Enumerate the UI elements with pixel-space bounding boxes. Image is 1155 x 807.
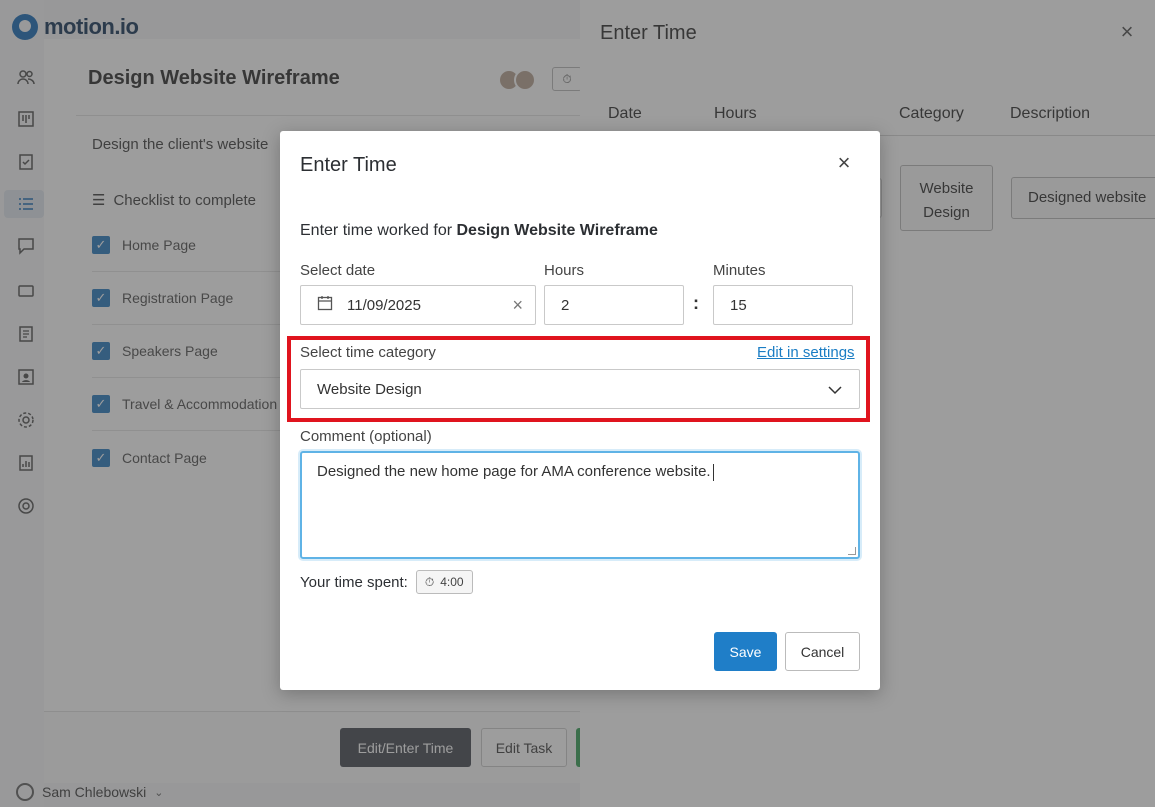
time-separator: : xyxy=(693,293,699,313)
category-select[interactable]: Website Design xyxy=(300,369,860,409)
dialog-intro: Enter time worked for Design Website Wir… xyxy=(300,222,658,240)
hours-input[interactable]: 2 xyxy=(544,285,684,325)
comment-textarea[interactable]: Designed the new home page for AMA confe… xyxy=(300,451,860,559)
save-button[interactable]: Save xyxy=(714,632,777,671)
cancel-button[interactable]: Cancel xyxy=(785,632,860,671)
time-spent-label: Your time spent: xyxy=(300,573,408,591)
time-spent-chip: ⏱ 4:00 xyxy=(415,570,473,594)
intro-prefix: Enter time worked for xyxy=(300,222,457,239)
minutes-label: Minutes xyxy=(713,262,766,279)
enter-time-dialog: Enter Time × Enter time worked for Desig… xyxy=(280,131,880,690)
time-spent-row: Your time spent: ⏱ 4:00 xyxy=(300,570,473,594)
clear-icon[interactable]: × xyxy=(512,295,523,316)
time-spent-value: 4:00 xyxy=(440,575,464,589)
date-value: 11/09/2025 xyxy=(347,296,421,314)
hours-label: Hours xyxy=(544,262,585,279)
category-value: Website Design xyxy=(317,380,422,398)
calendar-icon[interactable] xyxy=(317,295,333,315)
comment-label: Comment (optional) xyxy=(300,428,432,445)
chevron-down-icon xyxy=(827,382,843,398)
date-picker[interactable]: 11/09/2025 × xyxy=(300,285,536,325)
comment-text: Designed the new home page for AMA confe… xyxy=(317,463,711,480)
date-label: Select date xyxy=(300,262,376,279)
text-cursor xyxy=(712,463,714,481)
edit-in-settings-link[interactable]: Edit in settings xyxy=(757,344,855,361)
intro-task-name: Design Website Wireframe xyxy=(456,222,658,239)
minutes-input[interactable]: 15 xyxy=(713,285,853,325)
dialog-title: Enter Time xyxy=(300,154,397,176)
category-label: Select time category xyxy=(300,344,436,361)
stopwatch-icon: ⏱ xyxy=(424,574,435,589)
close-icon[interactable]: × xyxy=(834,152,854,174)
resize-handle[interactable] xyxy=(848,547,856,555)
